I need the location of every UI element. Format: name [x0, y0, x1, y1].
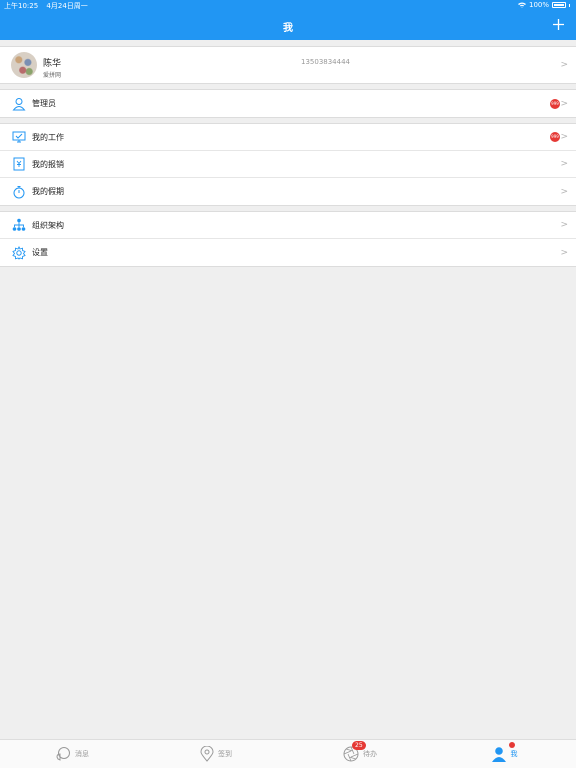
page-title: 我: [283, 23, 293, 34]
status-time: 上午10:25: [4, 2, 39, 10]
tab-label-todo: 待办: [363, 750, 377, 758]
person-icon: [491, 747, 506, 762]
tab-todo[interactable]: 待办 25: [288, 740, 432, 768]
tab-label-checkin: 签到: [218, 750, 232, 758]
todo-count-badge: 25: [352, 741, 366, 750]
menu-label-settings: 设置: [32, 248, 48, 257]
battery-icon: [552, 2, 566, 8]
battery-cap: [569, 3, 570, 7]
notification-badge: 999: [550, 98, 560, 109]
status-date: 4月24日周一: [46, 2, 88, 10]
menu-label-org: 组织架构: [32, 220, 64, 230]
battery-percent: 100%: [528, 1, 549, 9]
org-group: 组织架构 > 设置 >: [0, 211, 576, 267]
gear-icon: [11, 245, 27, 261]
monitor-icon: [11, 129, 27, 145]
tab-label-messages: 消息: [75, 750, 89, 758]
tab-checkin[interactable]: 签到: [144, 740, 288, 768]
tab-bar: 消息 签到 待办 25 我: [0, 739, 576, 768]
chevron-right-icon: >: [560, 220, 568, 230]
chevron-right-icon: >: [560, 247, 568, 258]
menu-label-reimburse: 我的报销: [32, 159, 64, 169]
menu-item-work[interactable]: 我的工作 999 >: [0, 124, 576, 151]
top-bar: 上午10:25 4月24日周一 100% 我: [0, 0, 576, 40]
status-bar-left: 上午10:25 4月24日周一: [4, 1, 94, 11]
stopwatch-icon: [11, 184, 27, 200]
status-bar-right: 100%: [517, 1, 570, 9]
menu-item-admin[interactable]: 管理员 999 >: [0, 90, 576, 117]
plus-icon: [553, 19, 564, 30]
profile-group: 陈华 爱拼网 13503834444 >: [0, 46, 576, 84]
admin-group: 管理员 999 >: [0, 89, 576, 118]
tab-messages[interactable]: 消息: [0, 740, 144, 768]
menu-item-reimburse[interactable]: 我的报销 >: [0, 151, 576, 178]
wifi-icon: [517, 2, 526, 8]
menu-label-work: 我的工作: [32, 132, 64, 142]
user-icon: [11, 96, 27, 112]
chat-bubble-icon: [56, 747, 70, 761]
chevron-right-icon: >: [560, 186, 568, 197]
notification-badge: 999: [550, 132, 560, 142]
menu-item-settings[interactable]: 设置 >: [0, 239, 576, 266]
profile-phone: 13503834444: [301, 58, 350, 66]
tab-label-me: 我: [510, 750, 518, 758]
receipt-icon: [11, 156, 27, 172]
avatar: [11, 52, 37, 78]
menu-label-leave: 我的假期: [32, 187, 64, 196]
tab-me[interactable]: 我: [432, 740, 576, 768]
org-chart-icon: [11, 217, 27, 233]
add-button[interactable]: [553, 16, 564, 34]
notification-dot: [509, 742, 515, 748]
profile-company: 爱拼网: [43, 72, 62, 79]
profile-name: 陈华: [43, 59, 62, 69]
chevron-right-icon: >: [560, 60, 568, 70]
chevron-right-icon: >: [560, 98, 568, 109]
profile-row[interactable]: 陈华 爱拼网 13503834444 >: [0, 47, 576, 83]
menu-item-leave[interactable]: 我的假期 >: [0, 178, 576, 205]
chevron-right-icon: >: [560, 132, 568, 142]
location-pin-icon: [200, 746, 214, 762]
menu-label-admin: 管理员: [32, 99, 56, 108]
chevron-right-icon: >: [560, 159, 568, 169]
menu-item-org[interactable]: 组织架构 >: [0, 212, 576, 239]
work-group: 我的工作 999 > 我的报销 > 我的假期 >: [0, 123, 576, 206]
